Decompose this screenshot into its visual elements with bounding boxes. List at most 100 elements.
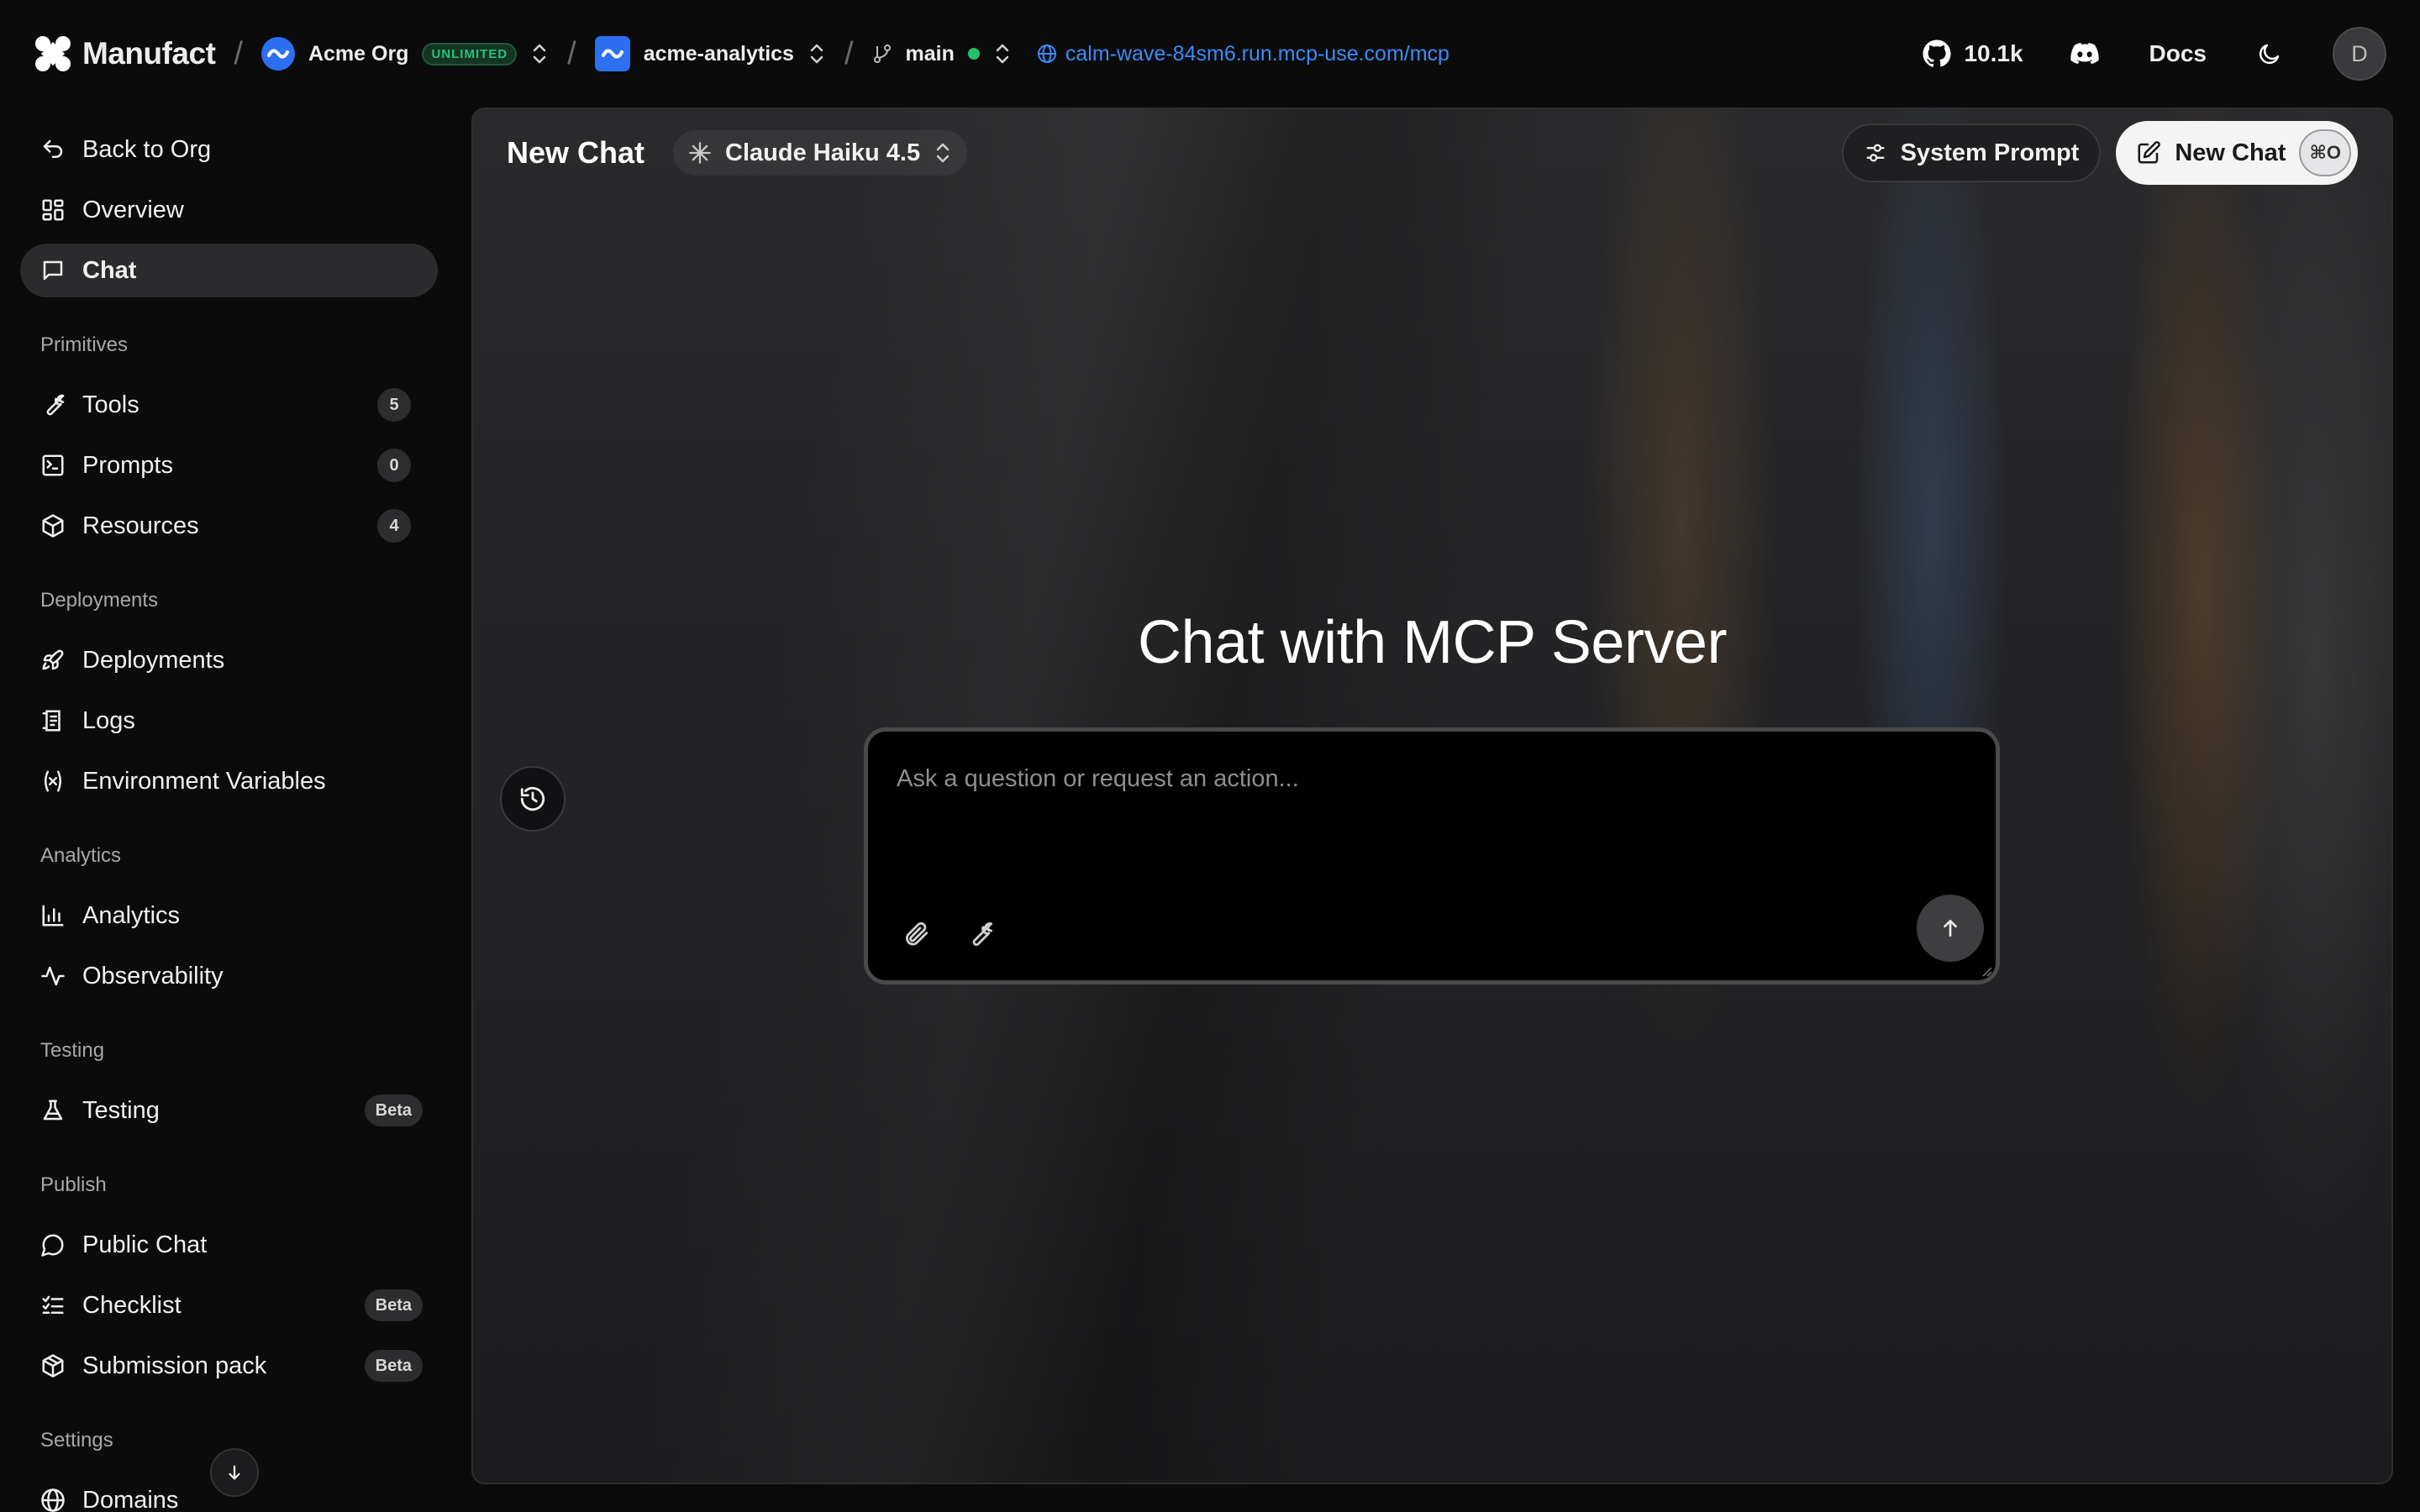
model-selector[interactable]: Claude Haiku 4.5	[673, 130, 968, 176]
chat-panel: New Chat Claude Haiku 4.5 System Prompt	[471, 108, 2393, 1484]
hero-title: Chat with MCP Server	[1138, 609, 1727, 676]
sidebar-item-resources[interactable]: Resources 4	[20, 499, 438, 553]
chevron-up-down-icon	[808, 41, 826, 66]
activity-icon	[40, 963, 66, 989]
sidebar-item-label: Submission pack	[82, 1352, 267, 1379]
sidebar-item-overview[interactable]: Overview	[20, 183, 438, 237]
attach-file-button[interactable]	[902, 920, 930, 948]
sidebar-item-chat[interactable]: Chat	[20, 244, 438, 297]
arrow-up-icon	[1939, 917, 1961, 939]
new-chat-shortcut: ⌘O	[2299, 129, 2351, 176]
section-label-publish: Publish	[40, 1173, 107, 1196]
discord-icon	[2070, 42, 2099, 66]
sidebar-item-submission-pack[interactable]: Submission pack Beta	[20, 1339, 438, 1393]
org-switcher[interactable]: Acme Org UNLIMITED	[260, 37, 549, 71]
resources-count-badge: 4	[377, 509, 411, 543]
globe-icon	[1037, 44, 1057, 64]
discord-link[interactable]	[2045, 42, 2124, 66]
branch-name: main	[905, 41, 955, 66]
resize-grip-icon[interactable]	[1981, 965, 1992, 977]
sidebar-item-label: Observability	[82, 962, 224, 990]
branch-switcher[interactable]: main	[872, 41, 1012, 66]
sidebar-item-label: Prompts	[82, 451, 173, 479]
variable-icon	[40, 769, 66, 794]
sidebar-item-observability[interactable]: Observability	[20, 949, 438, 1003]
sidebar-item-label: Chat	[82, 256, 137, 284]
wrench-icon	[40, 392, 66, 417]
sidebar-item-public-chat[interactable]: Public Chat	[20, 1218, 438, 1272]
manufact-logo-icon	[34, 34, 72, 73]
sidebar-item-analytics[interactable]: Analytics	[20, 889, 438, 942]
sidebar-item-label: Overview	[82, 196, 184, 223]
chevron-up-down-icon	[934, 140, 952, 165]
chat-header: New Chat Claude Haiku 4.5 System Prompt	[473, 109, 2391, 197]
terminal-icon	[40, 453, 66, 478]
sidebar-item-environment-variables[interactable]: Environment Variables	[20, 754, 438, 808]
chevron-up-down-icon	[993, 41, 1012, 66]
sidebar-item-label: Deployments	[82, 646, 225, 674]
breadcrumb-separator: /	[234, 35, 243, 71]
branch-status-dot	[967, 48, 980, 60]
sidebar-item-tools[interactable]: Tools 5	[20, 378, 438, 432]
github-stars-link[interactable]: 10.1k	[1900, 39, 2044, 69]
chat-icon	[40, 258, 66, 283]
git-branch-icon	[872, 43, 892, 65]
sidebar-item-label: Checklist	[82, 1291, 182, 1319]
beta-badge: Beta	[364, 1095, 423, 1126]
globe-icon	[40, 1488, 66, 1512]
model-name: Claude Haiku 4.5	[725, 139, 921, 166]
user-avatar[interactable]: D	[2333, 27, 2386, 81]
section-label-analytics: Analytics	[40, 844, 122, 867]
prompts-count-badge: 0	[377, 449, 411, 482]
scroll-down-button[interactable]	[210, 1448, 259, 1497]
bar-chart-icon	[40, 903, 66, 928]
sidebar-item-label: Analytics	[82, 901, 181, 929]
sidebar-item-label: Public Chat	[82, 1231, 208, 1258]
docs-link[interactable]: Docs	[2124, 40, 2232, 67]
paperclip-icon	[902, 920, 930, 948]
wrench-icon	[965, 920, 994, 948]
beta-badge: Beta	[364, 1350, 423, 1382]
moon-icon	[2257, 41, 2282, 66]
sidebar-item-deployments[interactable]: Deployments	[20, 633, 438, 687]
github-icon	[1922, 39, 1952, 69]
chat-history-button[interactable]	[500, 766, 566, 832]
sliders-icon	[1864, 141, 1887, 165]
tools-count-badge: 5	[377, 388, 411, 422]
section-label-deployments: Deployments	[40, 589, 159, 612]
beta-badge: Beta	[364, 1289, 423, 1321]
flask-icon	[40, 1098, 66, 1123]
mcp-url-text: calm-wave-84sm6.run.mcp-use.com/mcp	[1065, 41, 1449, 66]
logs-icon	[40, 708, 66, 733]
project-switcher[interactable]: acme-analytics	[594, 36, 826, 71]
sidebar-item-label: Tools	[82, 391, 139, 418]
mcp-url-link[interactable]: calm-wave-84sm6.run.mcp-use.com/mcp	[1037, 42, 1449, 66]
github-star-count: 10.1k	[1964, 40, 2023, 66]
sidebar-item-testing[interactable]: Testing Beta	[20, 1084, 438, 1137]
send-button[interactable]	[1917, 895, 1984, 962]
breadcrumb-separator: /	[844, 35, 854, 71]
new-chat-button[interactable]: New Chat ⌘O	[2116, 121, 2358, 185]
plan-badge: UNLIMITED	[422, 42, 518, 66]
tools-menu-button[interactable]	[965, 920, 994, 948]
package-icon	[40, 1353, 66, 1378]
sidebar-item-prompts[interactable]: Prompts 0	[20, 438, 438, 492]
system-prompt-button[interactable]: System Prompt	[1841, 123, 2102, 182]
sidebar-item-label: Back to Org	[82, 135, 212, 163]
sidebar-item-back-to-org[interactable]: Back to Org	[20, 123, 438, 176]
sidebar-item-label: Logs	[82, 706, 135, 734]
claude-sparkle-icon	[688, 141, 712, 165]
section-label-primitives: Primitives	[40, 333, 129, 356]
sidebar-item-checklist[interactable]: Checklist Beta	[20, 1278, 438, 1332]
breadcrumb-separator: /	[567, 35, 576, 71]
page-title: New Chat	[507, 135, 645, 170]
chat-input[interactable]	[897, 765, 1955, 793]
project-logo-icon	[594, 36, 630, 71]
theme-toggle-button[interactable]	[2232, 41, 2307, 66]
brand-link[interactable]: Manufact	[34, 34, 216, 73]
sidebar-item-label: Domains	[82, 1486, 179, 1512]
project-name: acme-analytics	[643, 41, 794, 66]
message-circle-icon	[40, 1232, 66, 1257]
sidebar-item-logs[interactable]: Logs	[20, 694, 438, 748]
rocket-icon	[40, 648, 66, 673]
